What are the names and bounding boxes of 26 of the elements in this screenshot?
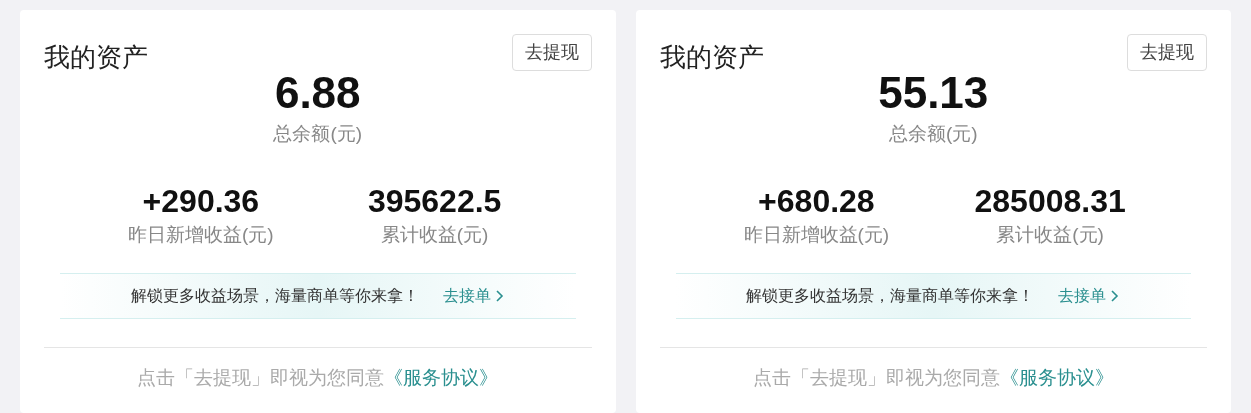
balance-label: 总余额(元) xyxy=(888,122,978,146)
stat-value: 285008.31 xyxy=(974,181,1126,221)
stat-label: 累计收益(元) xyxy=(380,222,489,247)
banner-text: 解锁更多收益场景，海量商单等你来拿！ xyxy=(746,286,1035,306)
agreement-notice: 点击「去提现」即视为您同意《服务协议》 xyxy=(136,366,500,390)
take-orders-link[interactable]: 去接单 xyxy=(442,284,505,308)
stat-label: 昨日新增收益(元) xyxy=(128,222,274,247)
withdraw-button[interactable]: 去提现 xyxy=(1127,34,1207,71)
stat-label: 昨日新增收益(元) xyxy=(743,222,890,247)
service-agreement-link[interactable]: 《服务协议》 xyxy=(384,367,499,388)
balance-label: 总余额(元) xyxy=(273,122,363,146)
withdraw-button[interactable]: 去提现 xyxy=(511,34,592,71)
chevron-right-icon xyxy=(1110,289,1121,303)
agreement-notice: 点击「去提现」即视为您同意《服务协议》 xyxy=(751,366,1115,390)
stat-label: 累计收益(元) xyxy=(996,222,1104,247)
stat-value: +290.36 xyxy=(142,181,260,221)
balance-amount: 6.88 xyxy=(274,67,361,119)
banner-text: 解锁更多收益场景，海量商单等你来拿！ xyxy=(130,286,419,306)
take-orders-link[interactable]: 去接单 xyxy=(1058,284,1121,308)
stat-value: 395622.5 xyxy=(367,181,502,221)
card-title: 我的资产 xyxy=(44,41,148,74)
service-agreement-link[interactable]: 《服务协议》 xyxy=(999,367,1114,388)
balance-amount: 55.13 xyxy=(878,67,989,119)
stat-value: +680.28 xyxy=(758,181,875,221)
card-title: 我的资产 xyxy=(659,41,764,74)
chevron-right-icon xyxy=(494,289,505,303)
